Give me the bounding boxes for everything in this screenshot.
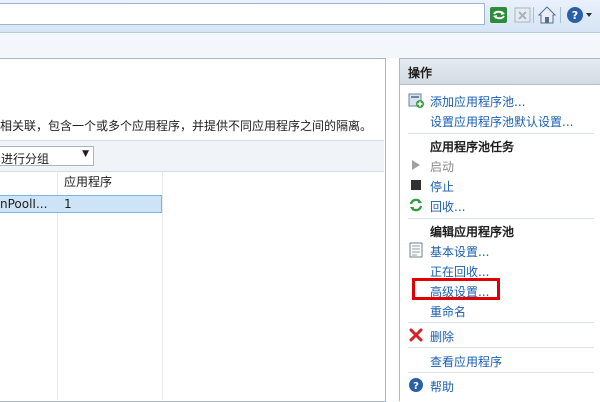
delete-link[interactable]: 删除 — [430, 328, 454, 345]
help-icon: ? — [409, 378, 423, 392]
stop-icon[interactable] — [514, 6, 532, 24]
basic-settings-icon — [409, 242, 423, 258]
actions-title: 操作 — [408, 66, 433, 80]
address-toolbar: ? — [0, 0, 600, 33]
home-icon[interactable] — [538, 6, 556, 24]
svg-text:?: ? — [413, 381, 419, 392]
view-applications-link[interactable]: 查看应用程序 — [430, 353, 502, 370]
actions-header: 操作 — [400, 59, 600, 85]
section-divider — [408, 347, 594, 348]
recycle-link[interactable]: 回收... — [430, 198, 465, 215]
address-bar[interactable] — [0, 3, 485, 25]
actions-pane: 操作 添加应用程序池... 设置应用程序池默认设置... 应用程序池任务 启动 … — [399, 58, 600, 401]
toolbar-separator — [533, 7, 534, 23]
column-divider — [162, 171, 163, 400]
start-link[interactable]: 启动 — [430, 158, 454, 175]
group-by-select[interactable]: 进行分组 ▼ — [0, 146, 94, 166]
stop-link[interactable]: 停止 — [430, 178, 454, 195]
help-link[interactable]: 帮助 — [430, 378, 454, 395]
toolbar-spacer — [0, 33, 600, 58]
add-pool-icon — [408, 93, 424, 108]
chevron-down-icon: ▼ — [82, 149, 89, 159]
page-description: 相关联，包含一个或多个应用程序，并提供不同应用程序之间的隔离。 — [0, 119, 373, 133]
row-app-count: 1 — [64, 197, 72, 211]
section-divider — [408, 218, 594, 219]
help-icon[interactable]: ? — [566, 6, 584, 24]
section-divider — [408, 322, 594, 323]
edit-pool-heading: 编辑应用程序池 — [430, 225, 515, 239]
start-icon — [412, 160, 420, 170]
highlight-box — [412, 278, 500, 300]
row-pool-name: nPoolI... — [0, 197, 48, 211]
delete-icon — [409, 328, 423, 342]
set-pool-defaults-link[interactable]: 设置应用程序池默认设置... — [430, 113, 573, 130]
recycle-icon — [409, 198, 423, 212]
section-divider — [408, 372, 594, 373]
stop-icon — [411, 180, 421, 190]
pool-tasks-heading: 应用程序池任务 — [430, 140, 515, 154]
section-divider — [408, 133, 594, 134]
column-header-applications[interactable]: 应用程序 — [64, 171, 112, 193]
basic-settings-link[interactable]: 基本设置... — [430, 243, 489, 260]
chevron-down-icon[interactable] — [584, 6, 594, 24]
group-by-value: 进行分组 — [1, 152, 50, 166]
rename-link[interactable]: 重命名 — [430, 303, 466, 320]
toolbar-separator — [560, 7, 561, 23]
add-app-pool-link[interactable]: 添加应用程序池... — [430, 93, 525, 110]
refresh-icon[interactable] — [490, 6, 508, 24]
svg-text:?: ? — [572, 9, 578, 22]
